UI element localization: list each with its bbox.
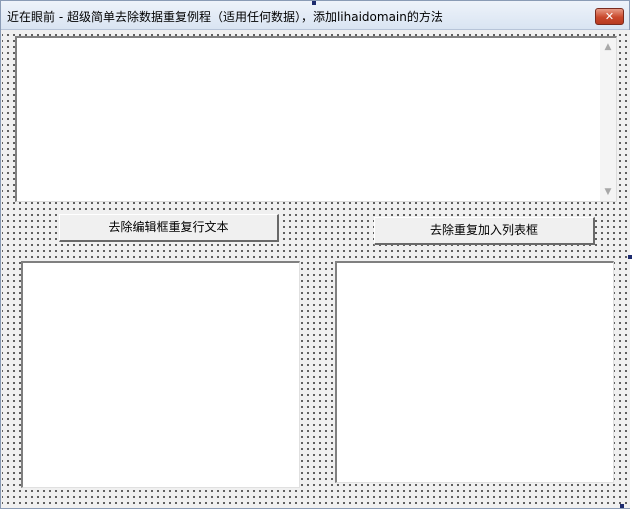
title-bar[interactable]: 近在眼前 - 超级简单去除数据重复例程（适用任何数据），添加lihaidomai… [1,1,629,30]
close-button[interactable]: ✕ [595,8,624,25]
design-grid-canvas: ▲ ▼ 去除编辑框重复行文本 去除重复加入列表框 [2,30,630,508]
scroll-down-arrow-icon[interactable]: ▼ [603,187,613,197]
window-title: 近在眼前 - 超级简单去除数据重复例程（适用任何数据），添加lihaidomai… [7,10,443,24]
right-list-box[interactable] [335,261,614,483]
scroll-up-arrow-icon[interactable]: ▲ [603,42,613,52]
left-list-box[interactable] [21,261,300,488]
dedupe-edit-lines-button[interactable]: 去除编辑框重复行文本 [59,214,279,242]
edit-box-vertical-scrollbar[interactable]: ▲ ▼ [600,38,616,201]
form-window: 近在眼前 - 超级简单去除数据重复例程（适用任何数据），添加lihaidomai… [0,0,632,509]
selection-handle-top[interactable] [312,1,316,5]
selection-handle-right[interactable] [628,255,632,259]
dedupe-to-list-button[interactable]: 去除重复加入列表框 [374,217,595,245]
selection-handle-bottom-right[interactable] [620,504,624,508]
multiline-edit-box[interactable]: ▲ ▼ [15,36,617,202]
